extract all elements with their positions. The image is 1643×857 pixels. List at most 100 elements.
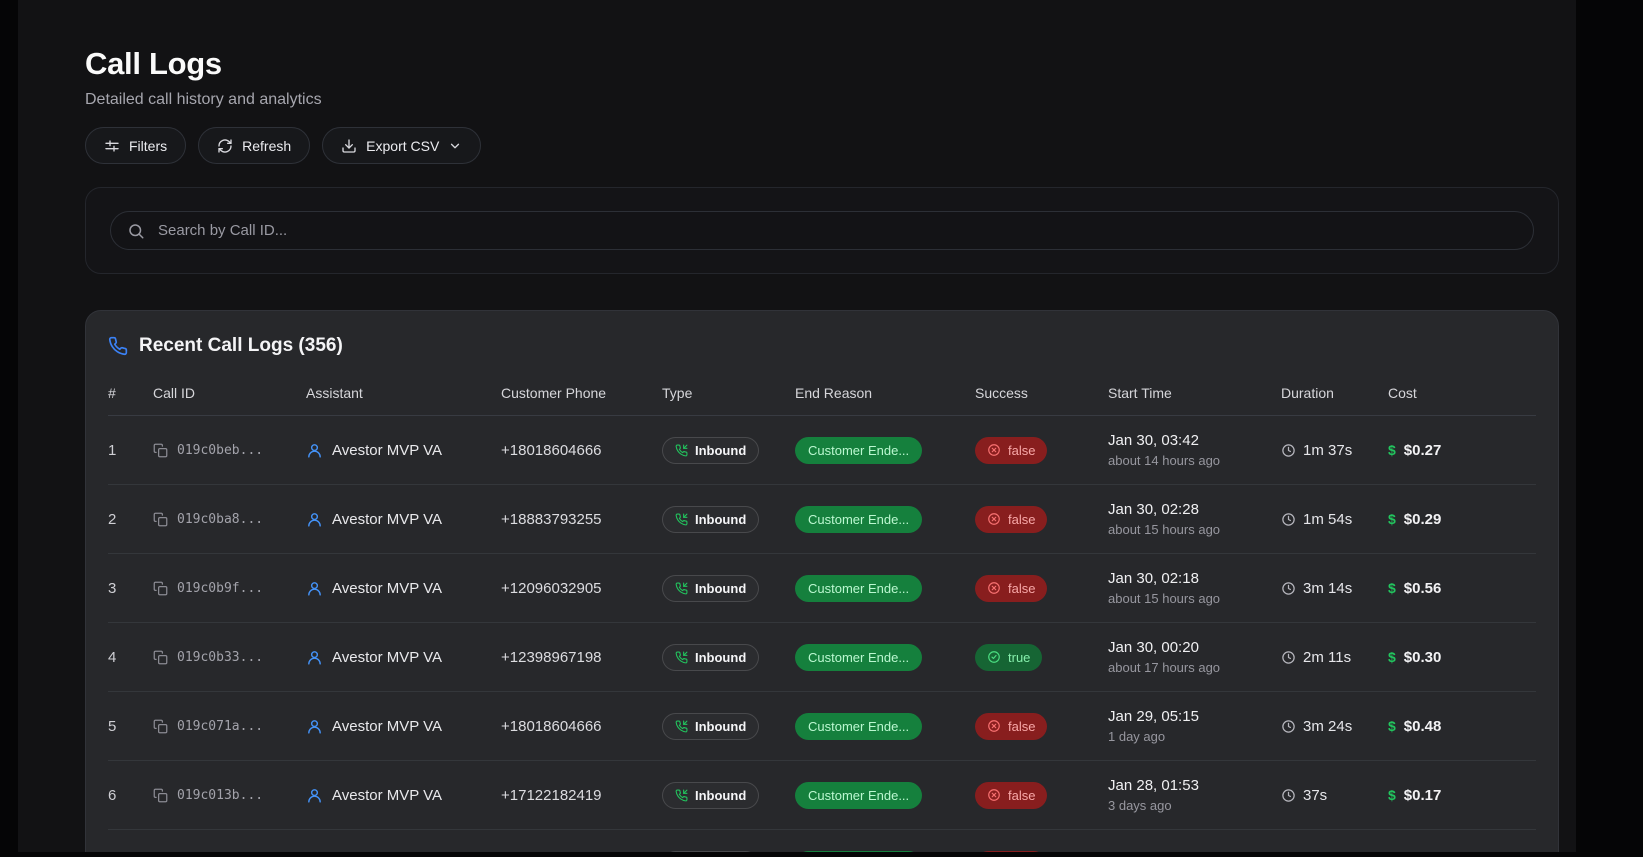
x-circle-icon: [987, 581, 1001, 595]
copy-call-id-button[interactable]: [153, 443, 168, 458]
filters-button[interactable]: Filters: [85, 127, 187, 164]
copy-call-id-button[interactable]: [153, 581, 168, 596]
page-title: Call Logs: [85, 46, 222, 81]
type-badge: Inbound: [662, 574, 760, 602]
check-circle-icon: [987, 650, 1001, 664]
dollar-icon: $: [1388, 718, 1396, 734]
table-row[interactable]: 1 019c0beb... Avestor MVP VA +1801860466…: [108, 416, 1536, 485]
table-row[interactable]: 6 019c013b... Avestor MVP VA +1712218241…: [108, 761, 1536, 830]
cost-value: $0.30: [1403, 648, 1442, 666]
duration-cell: 3m 14s: [1281, 580, 1388, 597]
x-circle-icon: [987, 788, 1001, 802]
assistant-name: Avestor MVP VA: [332, 441, 443, 459]
copy-call-id-button[interactable]: [153, 512, 168, 527]
success-label: false: [1008, 511, 1036, 527]
column-header: Assistant: [306, 385, 363, 401]
refresh-button[interactable]: Refresh: [198, 127, 311, 164]
end-reason-badge: Customer Ende...: [795, 850, 923, 852]
row-index: 6: [108, 786, 117, 804]
assistant-name: Avestor MVP VA: [332, 786, 443, 804]
call-id: 019c0beb...: [177, 442, 264, 458]
start-time-cell: Jan 30, 02:18 about 15 hours ago: [1108, 570, 1281, 606]
start-time-cell: Jan 30, 02:28 about 15 hours ago: [1108, 501, 1281, 537]
type-badge: Inbound: [662, 712, 760, 740]
clock-icon: [1281, 581, 1296, 596]
table-row[interactable]: 5 019c071a... Avestor MVP VA +1801860466…: [108, 692, 1536, 761]
end-reason-badge: Customer Ende...: [795, 781, 923, 809]
clock-icon: [1281, 719, 1296, 734]
app-viewport: Call Logs Detailed call history and anal…: [18, 0, 1576, 852]
call-id: 019c071a...: [177, 718, 264, 734]
success-label: false: [1008, 442, 1036, 458]
phone-incoming-icon: [675, 789, 688, 802]
success-label: false: [1008, 718, 1036, 734]
copy-call-id-button[interactable]: [153, 650, 168, 665]
assistant-cell: Avestor MVP VA: [306, 649, 501, 666]
assistant-cell: Avestor MVP VA: [306, 580, 501, 597]
row-index: 1: [108, 441, 117, 459]
export-csv-button[interactable]: Export CSV: [322, 127, 482, 164]
table-row[interactable]: 4 019c0b33... Avestor MVP VA +1239896719…: [108, 623, 1536, 692]
call-id-cell: 019c0b33...: [153, 650, 306, 665]
dollar-icon: $: [1388, 511, 1396, 527]
phone-incoming-icon: [675, 582, 688, 595]
cost-cell: $ $0.48: [1388, 718, 1538, 735]
type-cell: Inbound: [662, 643, 795, 671]
start-time-cell: Jan 29, 05:15 1 day ago: [1108, 708, 1281, 744]
copy-call-id-button[interactable]: [153, 719, 168, 734]
start-time-cell: Jan 30, 00:20 about 17 hours ago: [1108, 639, 1281, 675]
end-reason-cell: Customer Ende...: [795, 781, 975, 809]
assistant-name: Avestor MVP VA: [332, 717, 443, 735]
success-label: true: [1008, 649, 1031, 665]
table-row[interactable]: 7: [108, 830, 1536, 852]
start-time-relative: 1 day ago: [1108, 729, 1166, 744]
user-icon: [306, 718, 323, 735]
table-row[interactable]: 2 019c0ba8... Avestor MVP VA +1888379325…: [108, 485, 1536, 554]
start-time: Jan 28, 01:53: [1108, 777, 1199, 794]
success-badge: true: [975, 643, 1043, 671]
user-icon: [306, 511, 323, 528]
search-input[interactable]: [156, 221, 1517, 240]
table-row[interactable]: 3 019c0b9f... Avestor MVP VA +1209603290…: [108, 554, 1536, 623]
customer-phone: +12096032905: [501, 579, 602, 597]
customer-phone: +17122182419: [501, 786, 602, 804]
call-id: 019c0b33...: [177, 649, 264, 665]
assistant-cell: Avestor MVP VA: [306, 442, 501, 459]
search-box[interactable]: [110, 211, 1534, 250]
copy-call-id-button[interactable]: [153, 788, 168, 803]
type-badge: Inbound: [662, 643, 760, 671]
success-label: false: [1008, 787, 1036, 803]
search-card: [85, 187, 1559, 274]
success-cell: false: [975, 505, 1108, 533]
duration-value: 1m 54s: [1303, 510, 1353, 528]
row-index: 3: [108, 579, 117, 597]
page-content: Call Logs Detailed call history and anal…: [18, 0, 1576, 852]
duration-cell: 2m 11s: [1281, 649, 1388, 666]
refresh-icon: [217, 138, 233, 154]
user-icon: [306, 649, 323, 666]
call-id: 019c0b9f...: [177, 580, 264, 596]
start-time: Jan 30, 02:18: [1108, 570, 1199, 587]
type-cell: Inbound: [662, 436, 795, 464]
cost-cell: $ $0.27: [1388, 442, 1538, 459]
row-index: 4: [108, 648, 117, 666]
success-cell: false: [975, 436, 1108, 464]
assistant-cell: Avestor MVP VA: [306, 511, 501, 528]
success-cell: false: [975, 781, 1108, 809]
success-badge: false: [975, 712, 1048, 740]
table-header-row: # Call ID Assistant Customer Phone Type End R…: [108, 371, 1536, 416]
column-header: Start Time: [1108, 385, 1172, 401]
duration-value: 3m 24s: [1303, 717, 1353, 735]
assistant-cell: Avestor MVP VA: [306, 718, 501, 735]
user-icon: [306, 580, 323, 597]
end-reason-cell: Customer Ende...: [795, 712, 975, 740]
type-cell: Inbound: [662, 574, 795, 602]
start-time-cell: Jan 28, 01:53 3 days ago: [1108, 777, 1281, 813]
start-time: Jan 30, 00:20: [1108, 639, 1199, 656]
card-title: Recent Call Logs (356): [139, 335, 343, 356]
assistant-name: Avestor MVP VA: [332, 579, 443, 597]
success-cell: false: [975, 574, 1108, 602]
call-id-cell: 019c0b9f...: [153, 581, 306, 596]
cost-value: $0.17: [1403, 786, 1442, 804]
column-header: Duration: [1281, 385, 1334, 401]
